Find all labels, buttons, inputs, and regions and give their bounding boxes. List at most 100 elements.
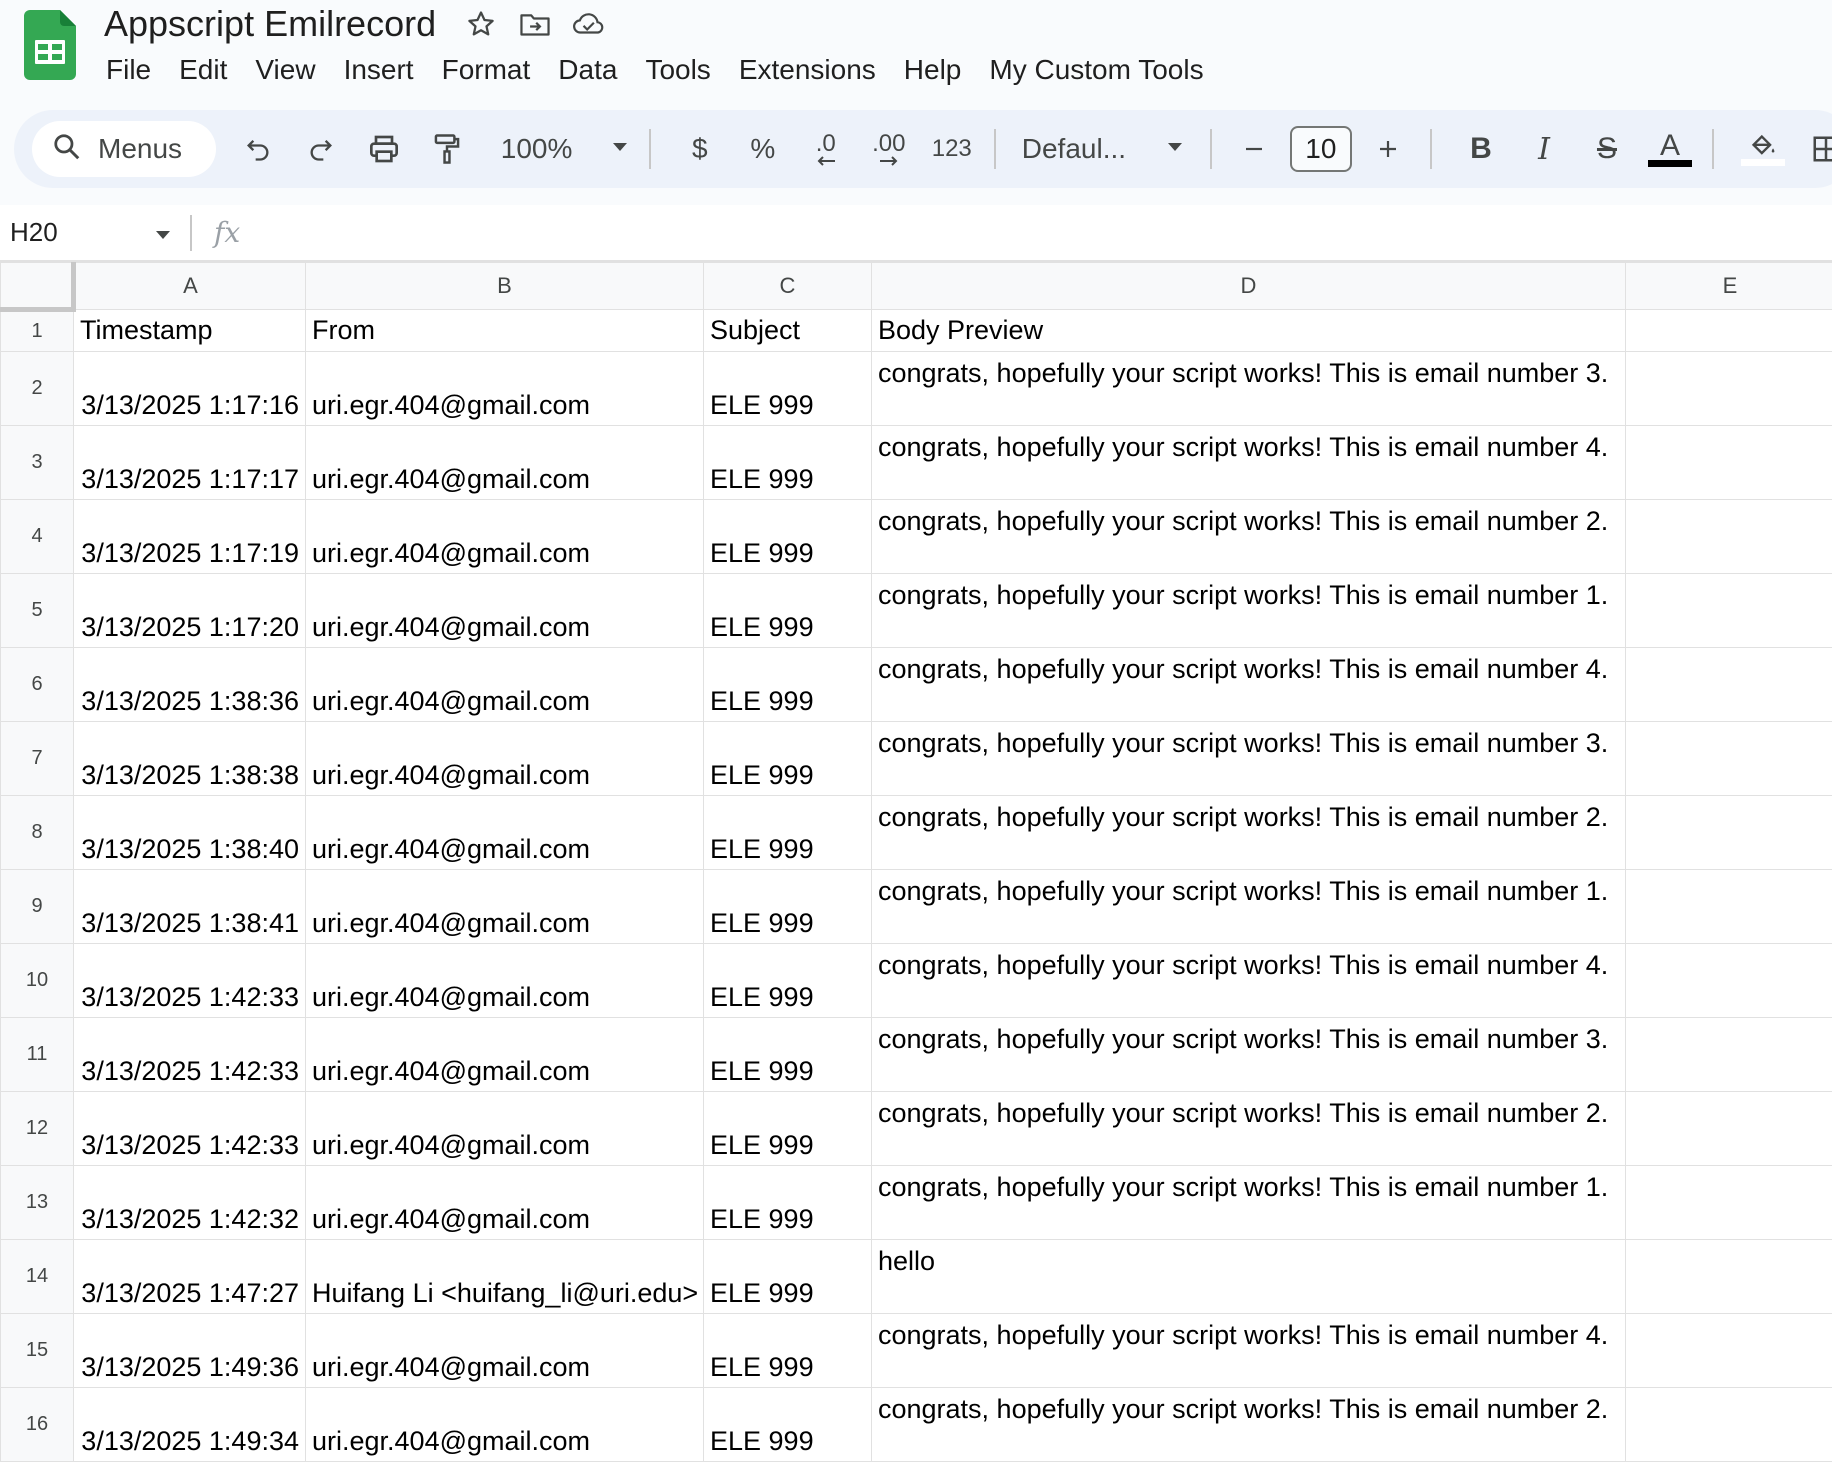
row-header[interactable]: 4 bbox=[0, 499, 74, 574]
menu-edit[interactable]: Edit bbox=[165, 50, 241, 90]
cell-from[interactable]: uri.egr.404@gmail.com bbox=[305, 869, 704, 944]
menu-my-custom-tools[interactable]: My Custom Tools bbox=[975, 50, 1217, 90]
cell-timestamp[interactable]: 3/13/2025 1:49:34 bbox=[73, 1387, 306, 1462]
column-header-a[interactable]: A bbox=[73, 262, 306, 310]
star-icon[interactable] bbox=[464, 7, 498, 41]
cell-timestamp[interactable]: 3/13/2025 1:42:32 bbox=[73, 1165, 306, 1240]
row-header[interactable]: 15 bbox=[0, 1313, 74, 1388]
row-header[interactable]: 10 bbox=[0, 943, 74, 1018]
row-header[interactable]: 5 bbox=[0, 573, 74, 648]
cell-empty[interactable] bbox=[1625, 795, 1832, 870]
increase-decimal-button[interactable]: .00 bbox=[861, 121, 917, 177]
cell-timestamp[interactable]: 3/13/2025 1:17:16 bbox=[73, 351, 306, 426]
row-header[interactable]: 11 bbox=[0, 1017, 74, 1092]
cell-from[interactable]: uri.egr.404@gmail.com bbox=[305, 721, 704, 796]
font-family-select[interactable]: Defaul... bbox=[1010, 121, 1196, 177]
zoom-select[interactable]: 100% bbox=[495, 121, 635, 177]
cell-empty[interactable] bbox=[1625, 425, 1832, 500]
fill-color-icon[interactable] bbox=[1735, 121, 1791, 177]
decrease-decimal-button[interactable]: .0 bbox=[798, 121, 854, 177]
cell-empty[interactable] bbox=[1625, 1091, 1832, 1166]
cell-body-preview[interactable]: congrats, hopefully your script works! T… bbox=[871, 1091, 1626, 1166]
row-header[interactable]: 1 bbox=[0, 309, 74, 352]
cell-body-preview[interactable]: congrats, hopefully your script works! T… bbox=[871, 795, 1626, 870]
undo-icon[interactable] bbox=[230, 121, 286, 177]
cell-from[interactable]: uri.egr.404@gmail.com bbox=[305, 1387, 704, 1462]
cell-empty[interactable] bbox=[1625, 1017, 1832, 1092]
cell-empty[interactable] bbox=[1625, 1165, 1832, 1240]
cell-header-subject[interactable]: Subject bbox=[703, 309, 872, 352]
menu-extensions[interactable]: Extensions bbox=[725, 50, 890, 90]
cloud-saved-icon[interactable] bbox=[572, 7, 606, 41]
cell-empty[interactable] bbox=[1625, 943, 1832, 1018]
cell-empty[interactable] bbox=[1625, 869, 1832, 944]
format-currency-button[interactable]: $ bbox=[672, 121, 728, 177]
row-header[interactable]: 7 bbox=[0, 721, 74, 796]
cell-timestamp[interactable]: 3/13/2025 1:42:33 bbox=[73, 943, 306, 1018]
cell-body-preview[interactable]: congrats, hopefully your script works! T… bbox=[871, 647, 1626, 722]
row-header[interactable]: 9 bbox=[0, 869, 74, 944]
cell-body-preview[interactable]: congrats, hopefully your script works! T… bbox=[871, 721, 1626, 796]
cell-timestamp[interactable]: 3/13/2025 1:42:33 bbox=[73, 1017, 306, 1092]
formula-input[interactable] bbox=[256, 213, 1832, 253]
decrease-font-size-button[interactable] bbox=[1226, 121, 1282, 177]
row-header[interactable]: 6 bbox=[0, 647, 74, 722]
font-size-input[interactable]: 10 bbox=[1289, 126, 1352, 172]
cell-body-preview[interactable]: congrats, hopefully your script works! T… bbox=[871, 499, 1626, 574]
row-header[interactable]: 13 bbox=[0, 1165, 74, 1240]
cell-body-preview[interactable]: congrats, hopefully your script works! T… bbox=[871, 1165, 1626, 1240]
cell-from[interactable]: uri.egr.404@gmail.com bbox=[305, 351, 704, 426]
cell-empty[interactable] bbox=[1625, 1387, 1832, 1462]
menu-view[interactable]: View bbox=[241, 50, 329, 90]
menu-insert[interactable]: Insert bbox=[330, 50, 428, 90]
cell-subject[interactable]: ELE 999 bbox=[703, 647, 872, 722]
strikethrough-icon[interactable]: S bbox=[1579, 121, 1635, 177]
cell-timestamp[interactable]: 3/13/2025 1:38:41 bbox=[73, 869, 306, 944]
cell-from[interactable]: uri.egr.404@gmail.com bbox=[305, 1017, 704, 1092]
sheets-logo-icon[interactable] bbox=[24, 10, 76, 80]
number-format-button[interactable]: 123 bbox=[924, 121, 980, 177]
format-percent-button[interactable]: % bbox=[735, 121, 791, 177]
row-header[interactable]: 12 bbox=[0, 1091, 74, 1166]
select-all-corner[interactable] bbox=[0, 262, 76, 312]
menu-format[interactable]: Format bbox=[428, 50, 545, 90]
cell-body-preview[interactable]: congrats, hopefully your script works! T… bbox=[871, 351, 1626, 426]
cell-subject[interactable]: ELE 999 bbox=[703, 573, 872, 648]
cell-timestamp[interactable]: 3/13/2025 1:17:17 bbox=[73, 425, 306, 500]
cell-timestamp[interactable]: 3/13/2025 1:38:40 bbox=[73, 795, 306, 870]
menu-data[interactable]: Data bbox=[544, 50, 631, 90]
row-header[interactable]: 14 bbox=[0, 1239, 74, 1314]
cell-header-from[interactable]: From bbox=[305, 309, 704, 352]
redo-icon[interactable] bbox=[293, 121, 349, 177]
cell-subject[interactable]: ELE 999 bbox=[703, 1239, 872, 1314]
row-header[interactable]: 16 bbox=[0, 1387, 74, 1462]
cell-from[interactable]: uri.egr.404@gmail.com bbox=[305, 1313, 704, 1388]
print-icon[interactable] bbox=[356, 121, 412, 177]
column-header-b[interactable]: B bbox=[305, 262, 704, 310]
cell-timestamp[interactable]: 3/13/2025 1:17:20 bbox=[73, 573, 306, 648]
cell-timestamp[interactable]: 3/13/2025 1:42:33 bbox=[73, 1091, 306, 1166]
cell-header-empty[interactable] bbox=[1625, 309, 1832, 352]
cell-from[interactable]: uri.egr.404@gmail.com bbox=[305, 573, 704, 648]
cell-from[interactable]: uri.egr.404@gmail.com bbox=[305, 795, 704, 870]
cell-body-preview[interactable]: hello bbox=[871, 1239, 1626, 1314]
column-header-d[interactable]: D bbox=[871, 262, 1626, 310]
cell-subject[interactable]: ELE 999 bbox=[703, 1091, 872, 1166]
cell-from[interactable]: uri.egr.404@gmail.com bbox=[305, 425, 704, 500]
cell-subject[interactable]: ELE 999 bbox=[703, 869, 872, 944]
cell-subject[interactable]: ELE 999 bbox=[703, 943, 872, 1018]
cell-subject[interactable]: ELE 999 bbox=[703, 1165, 872, 1240]
row-header[interactable]: 8 bbox=[0, 795, 74, 870]
menu-file[interactable]: File bbox=[92, 50, 165, 90]
cell-empty[interactable] bbox=[1625, 573, 1832, 648]
column-header-c[interactable]: C bbox=[703, 262, 872, 310]
cell-from[interactable]: uri.egr.404@gmail.com bbox=[305, 499, 704, 574]
document-title[interactable]: Appscript Emilrecord bbox=[104, 2, 436, 46]
cell-body-preview[interactable]: congrats, hopefully your script works! T… bbox=[871, 1387, 1626, 1462]
cell-empty[interactable] bbox=[1625, 1239, 1832, 1314]
cell-from[interactable]: uri.egr.404@gmail.com bbox=[305, 1091, 704, 1166]
cell-body-preview[interactable]: congrats, hopefully your script works! T… bbox=[871, 425, 1626, 500]
cell-from[interactable]: uri.egr.404@gmail.com bbox=[305, 1165, 704, 1240]
cell-empty[interactable] bbox=[1625, 721, 1832, 796]
cell-subject[interactable]: ELE 999 bbox=[703, 1313, 872, 1388]
